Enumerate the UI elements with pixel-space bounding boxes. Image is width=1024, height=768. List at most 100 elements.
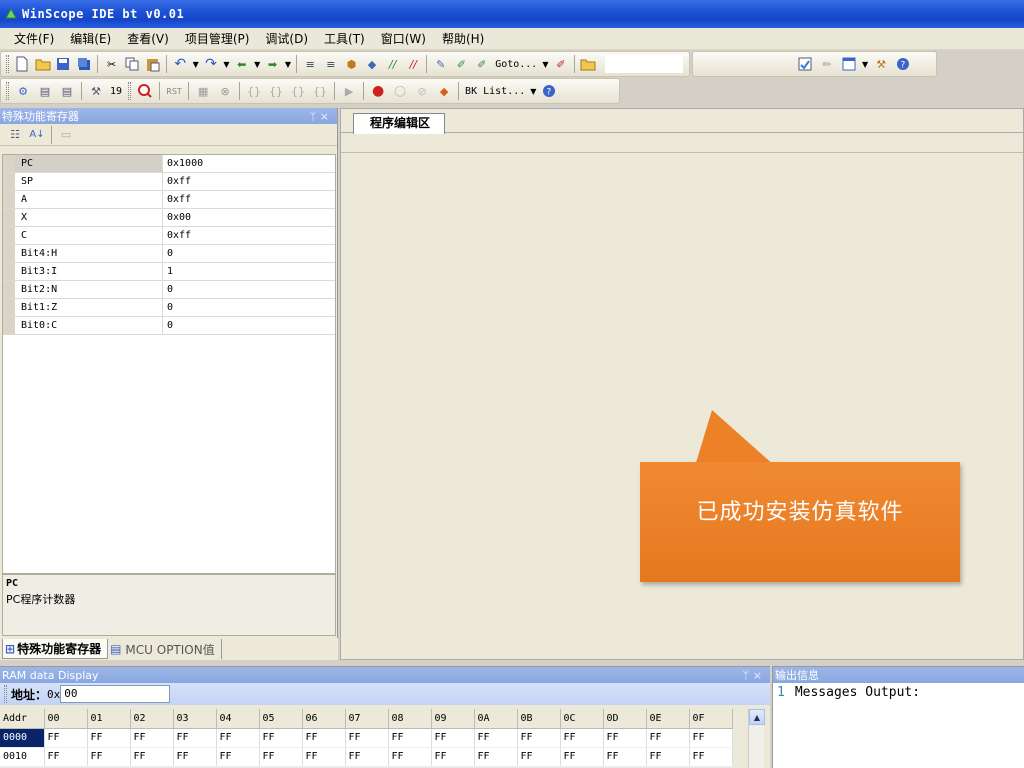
find-icon[interactable]: ✎ [431, 54, 450, 74]
build-icon[interactable]: ▤ [35, 81, 55, 101]
stop-icon[interactable]: ⊗ [215, 81, 235, 101]
run-icon[interactable]: ▶ [339, 81, 359, 101]
goto-label[interactable]: Goto... [492, 59, 540, 70]
output-body[interactable]: 1 Messages Output: [773, 683, 1024, 700]
step-over-icon[interactable]: {} [266, 81, 286, 101]
compile-icon[interactable]: ⚙ [13, 81, 33, 101]
register-row[interactable]: X 0x00 [3, 209, 335, 227]
clear-breakpoints-icon[interactable]: ⊘ [412, 81, 432, 101]
chevron-down-icon[interactable]: ▼ [285, 60, 291, 69]
new-file-icon[interactable] [13, 54, 32, 74]
toolbar-grip[interactable] [4, 685, 7, 703]
ram-cell[interactable]: FF [474, 728, 518, 748]
menu-tools[interactable]: 工具(T) [324, 30, 365, 47]
ram-cell[interactable]: FF [345, 747, 389, 767]
ram-cell[interactable]: FF [560, 728, 604, 748]
ram-cell[interactable]: FF [87, 747, 131, 767]
register-value[interactable]: 0xff [163, 227, 335, 244]
replace-icon[interactable]: ✐ [552, 54, 571, 74]
register-row[interactable]: Bit4:H 0 [3, 245, 335, 263]
register-value[interactable]: 0 [163, 245, 335, 262]
ram-cell[interactable]: FF [216, 728, 260, 748]
panel-controls[interactable]: ᛘ × [743, 669, 762, 682]
register-row[interactable]: Bit3:I 1 [3, 263, 335, 281]
register-value[interactable]: 0 [163, 299, 335, 316]
ram-cell[interactable]: FF [603, 747, 647, 767]
ram-cell[interactable]: FF [646, 747, 690, 767]
chevron-down-icon[interactable]: ▼ [254, 60, 260, 69]
menu-edit[interactable]: 编辑(E) [70, 30, 111, 47]
ram-cell[interactable]: FF [603, 728, 647, 748]
help-icon[interactable]: ? [539, 81, 559, 101]
cut-icon[interactable]: ✂ [102, 54, 121, 74]
uncomment-icon[interactable]: // [404, 54, 423, 74]
menu-window[interactable]: 窗口(W) [381, 30, 426, 47]
ram-cell[interactable]: FF [388, 747, 432, 767]
ram-cell[interactable]: FF [646, 728, 690, 748]
menu-file[interactable]: 文件(F) [14, 30, 54, 47]
open-project-icon[interactable] [579, 54, 598, 74]
step-into-icon[interactable]: {} [244, 81, 264, 101]
register-value[interactable]: 0xff [163, 191, 335, 208]
address-input[interactable]: 00 [60, 685, 171, 703]
run-to-cursor-icon[interactable]: {} [310, 81, 330, 101]
ram-cell[interactable]: FF [388, 728, 432, 748]
ram-cell[interactable]: FF [302, 728, 346, 748]
toolbar-grip[interactable] [6, 55, 9, 73]
toolbar-search-input[interactable] [604, 55, 683, 73]
register-value[interactable]: 0x00 [163, 209, 335, 226]
bk-list-label[interactable]: BK List... [462, 86, 528, 97]
ram-cell[interactable]: FF [689, 747, 733, 767]
register-row[interactable]: Bit0:C 0 [3, 317, 335, 335]
register-row[interactable]: A 0xff [3, 191, 335, 209]
ram-scrollbar[interactable]: ▲ [748, 709, 765, 768]
wrench-icon[interactable]: ⚒ [86, 81, 106, 101]
ram-cell[interactable]: FF [345, 728, 389, 748]
redo-icon[interactable]: ↷ [202, 54, 221, 74]
chevron-down-icon[interactable]: ▼ [530, 87, 536, 96]
register-row[interactable]: Bit2:N 0 [3, 281, 335, 299]
ram-row-address[interactable]: 0000 [0, 728, 45, 748]
property-pages-icon[interactable]: ▭ [56, 125, 76, 145]
ram-cell[interactable]: FF [130, 747, 174, 767]
ram-cell[interactable]: FF [560, 747, 604, 767]
ram-cell[interactable]: FF [173, 747, 217, 767]
breakpoint-manager-icon[interactable]: ◆ [434, 81, 454, 101]
ram-cell[interactable]: FF [431, 728, 475, 748]
debug-start-icon[interactable] [135, 81, 155, 101]
categorized-icon[interactable]: ☷ [5, 125, 25, 145]
tab-sfr[interactable]: ⊞ 特殊功能寄存器 [2, 639, 109, 659]
settings-icon[interactable]: ⚒ [871, 54, 891, 74]
tab-mcu-option[interactable]: ▤ MCU OPTION值 [108, 639, 222, 659]
tab-program-editor[interactable]: 程序编辑区 [353, 113, 446, 134]
find-next-icon[interactable]: ✐ [452, 54, 471, 74]
ram-cell[interactable]: FF [216, 747, 260, 767]
copy-icon[interactable] [123, 54, 142, 74]
chevron-down-icon[interactable]: ▼ [193, 60, 199, 69]
ram-cell[interactable]: FF [431, 747, 475, 767]
indent-icon[interactable]: ≡ [301, 54, 320, 74]
scroll-up-icon[interactable]: ▲ [749, 709, 765, 725]
navigate-forward-icon[interactable]: ➡ [263, 54, 282, 74]
ram-cell[interactable]: FF [44, 747, 88, 767]
outdent-icon[interactable]: ≡ [322, 54, 341, 74]
register-value[interactable]: 0 [163, 281, 335, 298]
register-value[interactable]: 0xff [163, 173, 335, 190]
find-prev-icon[interactable]: ✐ [473, 54, 492, 74]
ram-cell[interactable]: FF [130, 728, 174, 748]
undo-icon[interactable]: ↶ [171, 54, 190, 74]
register-value[interactable]: 0 [163, 317, 335, 334]
register-value[interactable]: 1 [163, 263, 335, 280]
save-all-icon[interactable] [75, 54, 94, 74]
toolbar-grip[interactable] [6, 82, 9, 100]
register-row[interactable]: C 0xff [3, 227, 335, 245]
help-icon[interactable]: ? [893, 54, 913, 74]
navigate-back-icon[interactable]: ⬅ [232, 54, 251, 74]
ram-cell[interactable]: FF [517, 747, 561, 767]
chevron-down-icon[interactable]: ▼ [223, 60, 229, 69]
ram-cell[interactable]: FF [517, 728, 561, 748]
register-row[interactable]: Bit1:Z 0 [3, 299, 335, 317]
register-row[interactable]: PC 0x1000 [3, 155, 335, 173]
menu-debug[interactable]: 调试(D) [265, 30, 308, 47]
chevron-down-icon[interactable]: ▼ [862, 60, 868, 69]
